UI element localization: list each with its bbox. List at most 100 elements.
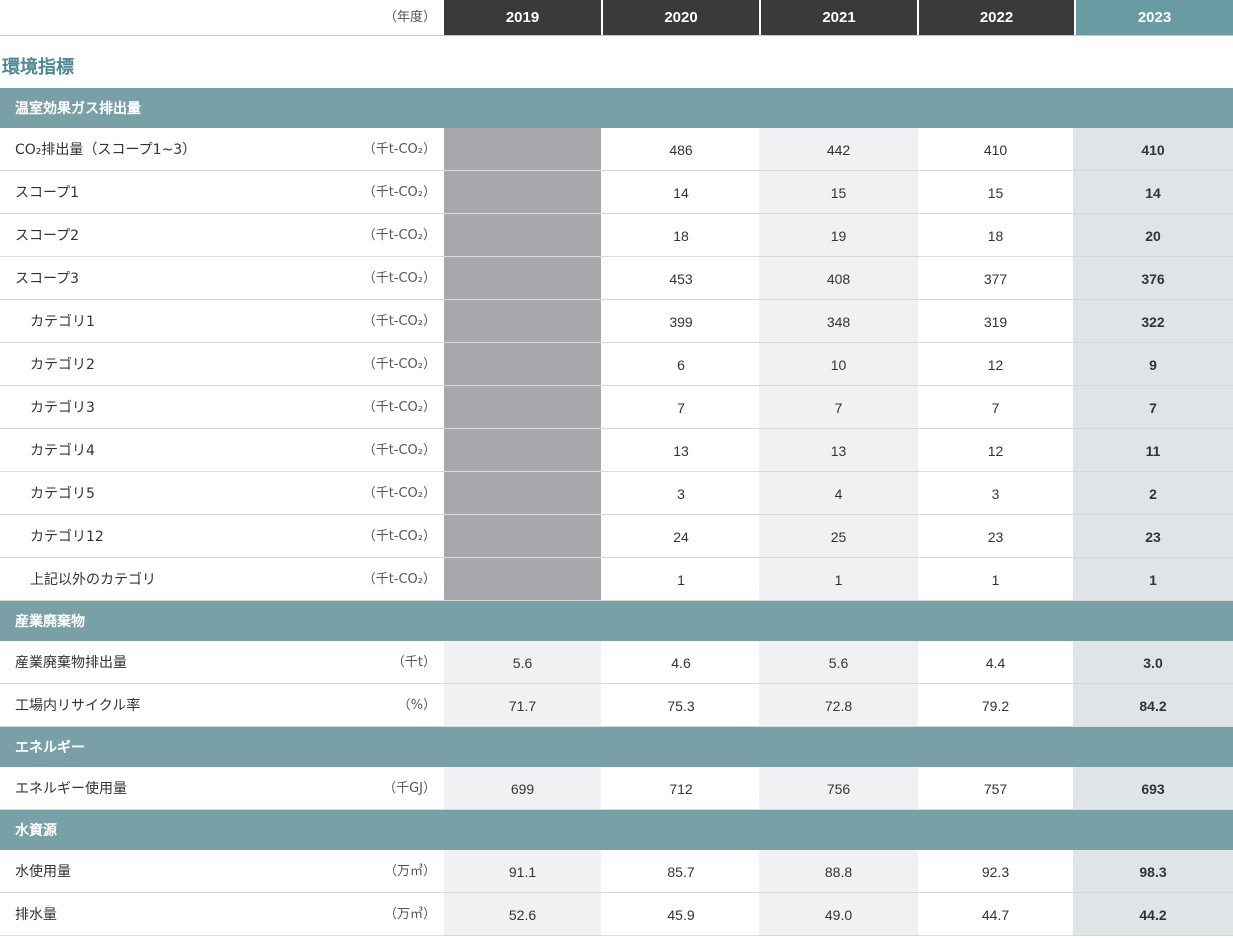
row-unit: （千t-CO₂）: [362, 486, 436, 501]
table-row-waste-emission: 産業廃棄物排出量 （千t） 5.6 4.6 5.6 4.4 3.0: [0, 641, 1233, 684]
cell-2020: 45.9: [667, 907, 695, 923]
row-unit: （千t-CO₂）: [362, 357, 436, 372]
cell-2022: 3: [991, 486, 1000, 502]
year-2022-header: 2022: [919, 0, 1074, 35]
cell-2023: 44.2: [1073, 893, 1233, 935]
cell-2021: 5.6: [759, 641, 918, 683]
cell-2023: 376: [1073, 257, 1233, 299]
year-header: （年度） 2019 2020 2021 2022 2023: [0, 0, 1233, 36]
row-unit: （千t-CO₂）: [362, 142, 436, 157]
cell-2023: 322: [1073, 300, 1233, 342]
cell-2020: 399: [669, 314, 693, 330]
cell-2022: 410: [983, 142, 1008, 158]
environment-table: 温室効果ガス排出量 CO₂排出量（スコープ1~3） （千t-CO₂） 486 4…: [0, 88, 1233, 936]
cell-2019: [444, 472, 601, 514]
cell-2021: 88.8: [759, 850, 918, 892]
cell-2019: [444, 214, 601, 256]
cell-2023: 84.2: [1073, 684, 1233, 726]
cell-2019: [444, 386, 601, 428]
table-row-cat1: カテゴリ1 （千t-CO₂） 399 348 319 322: [0, 300, 1233, 343]
row-unit: （千t-CO₂）: [362, 314, 436, 329]
table-row-cat5: カテゴリ5 （千t-CO₂） 3 4 3 2: [0, 472, 1233, 515]
cell-2023: 9: [1073, 343, 1233, 385]
year-2021-header: 2021: [761, 0, 917, 35]
cell-2019: 5.6: [444, 641, 601, 683]
year-2023-header: 2023: [1076, 0, 1233, 35]
row-unit: （千t-CO₂）: [362, 443, 436, 458]
table-row-cat12: カテゴリ12 （千t-CO₂） 24 25 23 23: [0, 515, 1233, 558]
table-row-cat3: カテゴリ3 （千t-CO₂） 7 7 7 7: [0, 386, 1233, 429]
row-unit: （千t-CO₂）: [362, 572, 436, 587]
category-waste: 産業廃棄物: [0, 601, 1233, 641]
row-unit: （%）: [397, 698, 436, 713]
table-row-drainage: 排水量 （万㎥） 52.6 45.9 49.0 44.7 44.2: [0, 893, 1233, 936]
cell-2019: [444, 128, 601, 170]
year-2019-header: 2019: [444, 0, 601, 35]
cell-2019: 699: [444, 767, 601, 809]
cell-2021: 72.8: [759, 684, 918, 726]
cell-2022: 12: [987, 443, 1004, 459]
cell-2019: [444, 429, 601, 471]
cell-2019: [444, 515, 601, 557]
cell-2023: 23: [1073, 515, 1233, 557]
cell-2023: 14: [1073, 171, 1233, 213]
year-2020-header: 2020: [603, 0, 759, 35]
cell-2020: 75.3: [667, 698, 695, 714]
cell-2023: 3.0: [1073, 641, 1233, 683]
category-ghg: 温室効果ガス排出量: [0, 88, 1233, 128]
cell-2022: 757: [983, 781, 1008, 797]
cell-2019: [444, 558, 601, 600]
table-row-cat-other: 上記以外のカテゴリ （千t-CO₂） 1 1 1 1: [0, 558, 1233, 601]
cell-2022: 18: [987, 228, 1004, 244]
cell-2022: 92.3: [981, 864, 1010, 880]
cell-2019: 91.1: [444, 850, 601, 892]
table-row-cat2: カテゴリ2 （千t-CO₂） 6 10 12 9: [0, 343, 1233, 386]
row-unit: （千t）: [391, 655, 436, 670]
row-unit: （千t-CO₂）: [362, 271, 436, 286]
row-unit: （千t-CO₂）: [362, 529, 436, 544]
cell-2021: 442: [759, 128, 918, 170]
cell-2021: 19: [759, 214, 918, 256]
cell-2021: 15: [759, 171, 918, 213]
cell-2020: 18: [673, 228, 689, 244]
cell-2019: [444, 171, 601, 213]
cell-2020: 486: [669, 142, 693, 158]
cell-2022: 319: [983, 314, 1008, 330]
category-water: 水資源: [0, 810, 1233, 850]
cell-2022: 4.4: [985, 655, 1006, 671]
cell-2023: 20: [1073, 214, 1233, 256]
cell-2023: 2: [1073, 472, 1233, 514]
cell-2020: 712: [669, 781, 693, 797]
category-energy: エネルギー: [0, 727, 1233, 767]
table-row-cat4: カテゴリ4 （千t-CO₂） 13 13 12 11: [0, 429, 1233, 472]
section-title: 環境指標: [2, 57, 74, 78]
cell-2023: 1: [1073, 558, 1233, 600]
cell-2020: 3: [677, 486, 685, 502]
cell-2023: 693: [1073, 767, 1233, 809]
table-row-energy-use: エネルギー使用量 （千GJ） 699 712 756 757 693: [0, 767, 1233, 810]
cell-2023: 410: [1073, 128, 1233, 170]
cell-2020: 24: [673, 529, 689, 545]
table-row-co2-total: CO₂排出量（スコープ1~3） （千t-CO₂） 486 442 410 410: [0, 128, 1233, 171]
cell-2022: 44.7: [981, 907, 1010, 923]
cell-2020: 13: [673, 443, 689, 459]
cell-2022: 79.2: [981, 698, 1010, 714]
cell-2021: 25: [759, 515, 918, 557]
cell-2021: 49.0: [759, 893, 918, 935]
cell-2020: 85.7: [667, 864, 695, 880]
cell-2022: 12: [987, 357, 1004, 373]
cell-2019: 71.7: [444, 684, 601, 726]
cell-2020: 453: [669, 271, 693, 287]
cell-2021: 408: [759, 257, 918, 299]
fiscal-year-label: （年度）: [383, 10, 436, 25]
cell-2023: 7: [1073, 386, 1233, 428]
row-unit: （千t-CO₂）: [362, 185, 436, 200]
cell-2022: 7: [991, 400, 1000, 416]
cell-2021: 4: [759, 472, 918, 514]
cell-2020: 14: [673, 185, 689, 201]
cell-2020: 1: [677, 572, 685, 588]
table-row-scope2: スコープ2 （千t-CO₂） 18 19 18 20: [0, 214, 1233, 257]
cell-2021: 756: [759, 767, 918, 809]
table-row-scope1: スコープ1 （千t-CO₂） 14 15 15 14: [0, 171, 1233, 214]
cell-2023: 98.3: [1073, 850, 1233, 892]
